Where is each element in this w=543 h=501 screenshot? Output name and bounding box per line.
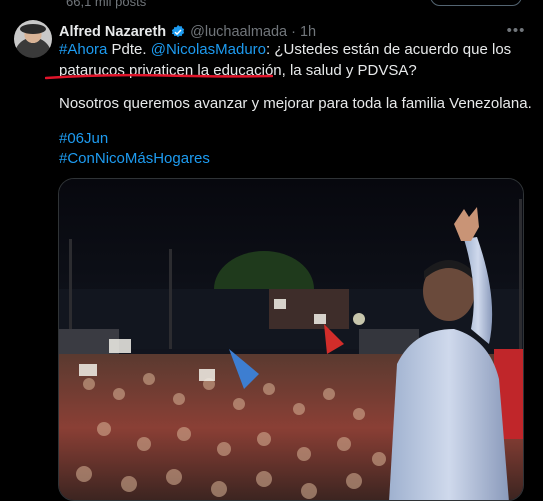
text-segment: Pdte. <box>107 41 151 58</box>
verified-badge-icon <box>172 25 185 38</box>
top-bar: 66,1 mil posts <box>0 0 543 10</box>
tweet-text-line-3: Nosotros queremos avanzar y mejorar para… <box>59 95 532 112</box>
tweet-header: Alfred Nazareth @luchaalmada · 1h <box>59 22 316 42</box>
rally-photo-image <box>59 179 523 500</box>
mention-link[interactable]: @NicolasMaduro <box>151 41 266 58</box>
posts-count: 66,1 mil posts <box>66 0 147 9</box>
hashtag-connicomashogares[interactable]: #ConNicoMásHogares <box>59 149 519 169</box>
red-underline-annotation <box>45 73 273 80</box>
post-time[interactable]: · 1h <box>291 24 316 40</box>
follow-button[interactable] <box>430 0 522 6</box>
hashtag-ahora[interactable]: #Ahora <box>59 41 107 58</box>
avatar[interactable] <box>14 20 52 58</box>
author-handle[interactable]: @luchaalmada <box>190 24 287 40</box>
tweet-text-line-1: #Ahora Pdte. @NicolasMaduro: ¿Ustedes es… <box>59 40 519 60</box>
text-segment: : ¿Ustedes están de acuerdo que los <box>266 41 512 58</box>
more-icon[interactable]: ••• <box>505 22 527 40</box>
tweet-photo[interactable] <box>58 178 524 501</box>
author-name[interactable]: Alfred Nazareth <box>59 24 166 40</box>
hashtag-06jun[interactable]: #06Jun <box>59 129 519 149</box>
